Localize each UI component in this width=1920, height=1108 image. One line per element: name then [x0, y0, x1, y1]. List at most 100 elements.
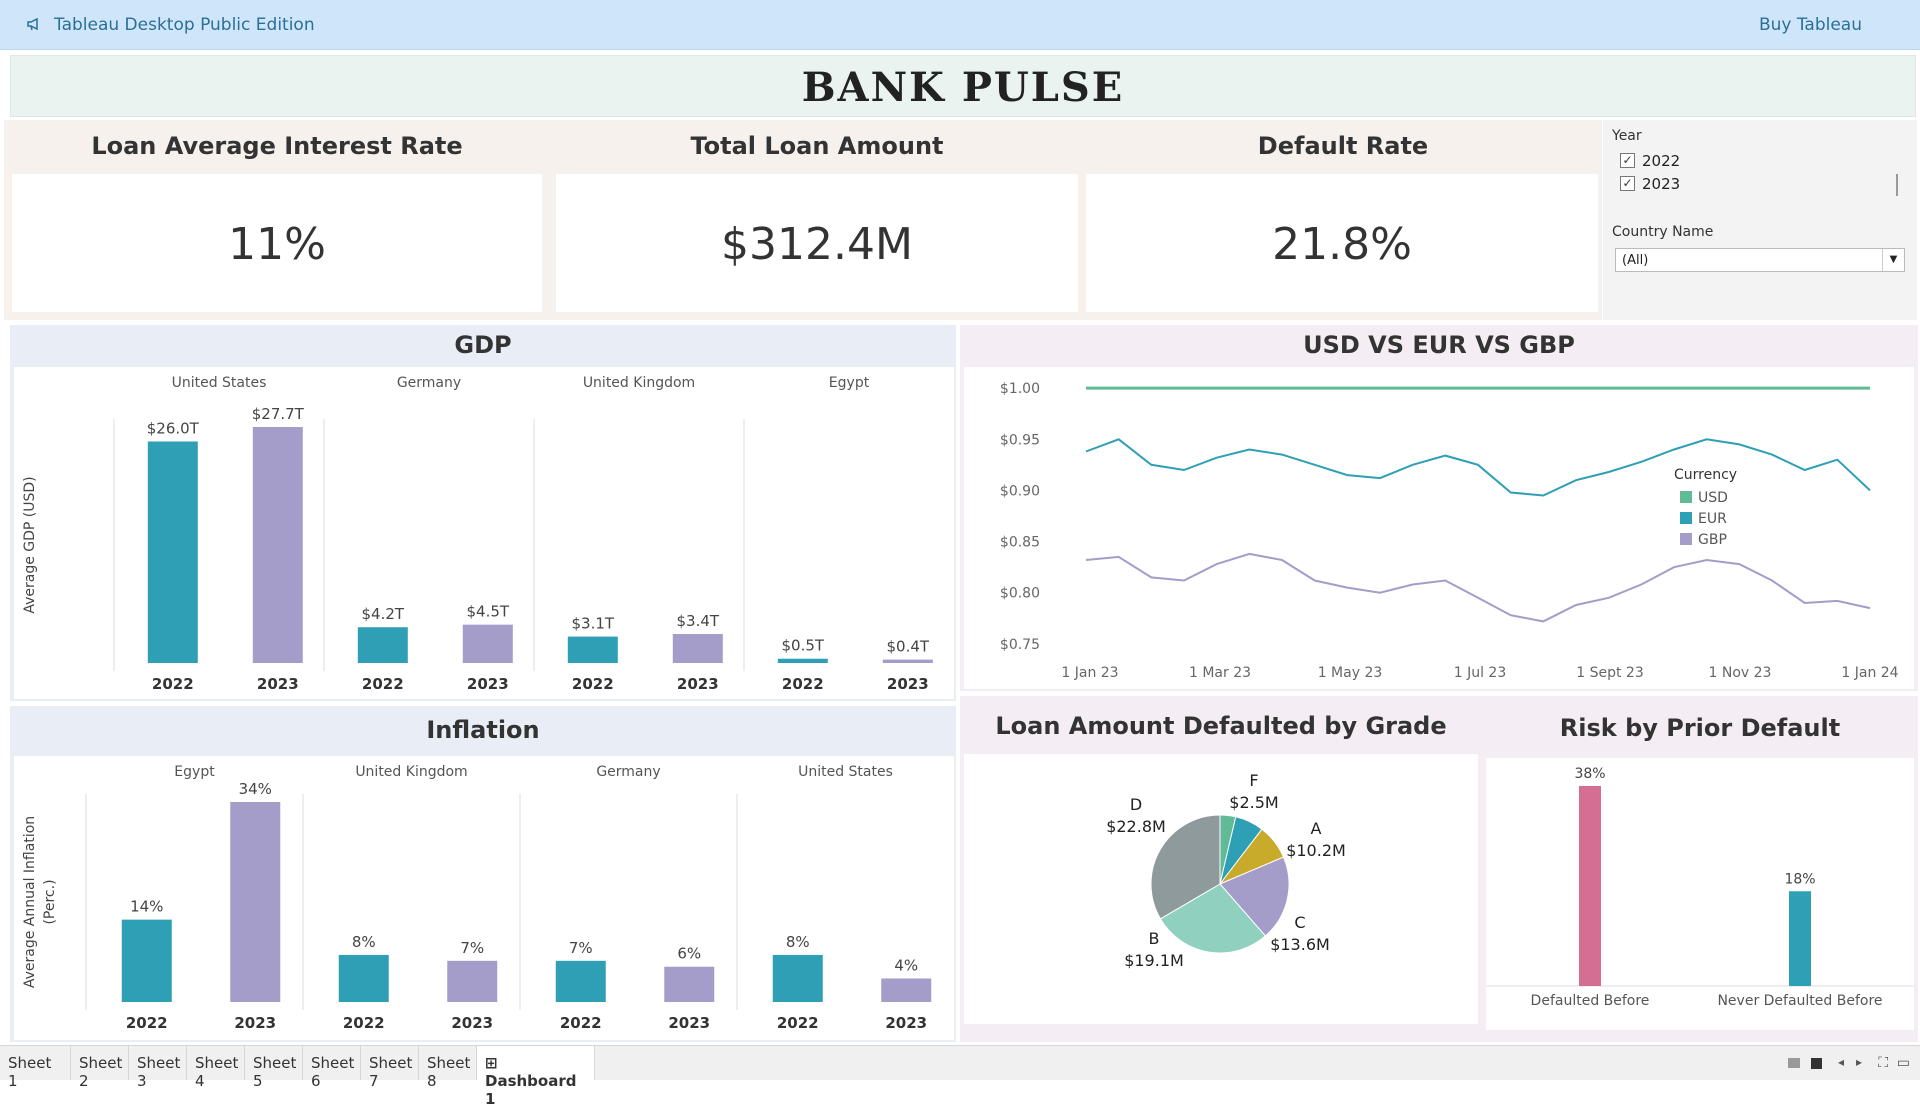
tab-sheet-6[interactable]: Sheet 6 — [303, 1046, 361, 1090]
slice-label: C — [1294, 913, 1305, 932]
x-tick-label: 2022 — [560, 1014, 602, 1032]
panel-header: United Kingdom — [583, 375, 695, 391]
legend-entry: EUR — [1698, 511, 1727, 527]
bar — [121, 919, 172, 1002]
present-icon[interactable]: ▭ — [1897, 1055, 1910, 1071]
data-label: 8% — [352, 933, 376, 951]
top-bar: Tableau Desktop Public Edition Buy Table… — [0, 0, 1920, 50]
y-axis-label: (Perc.) — [42, 879, 58, 924]
x-tick-label: 1 Nov 23 — [1709, 665, 1772, 681]
y-tick-label: $1.00 — [1000, 381, 1040, 397]
year-2023-label: 2023 — [1642, 175, 1681, 193]
slice-label: F — [1249, 771, 1258, 790]
grade-pie-chart: A $10.2M B $19.1M C $13.6M D $22.8M F $2.5M — [964, 754, 1478, 1024]
bar — [338, 954, 389, 1002]
year-2023-checkbox[interactable]: ✓ — [1620, 176, 1635, 191]
legend-swatch — [1680, 533, 1692, 545]
x-tick-label: 1 Jan 23 — [1061, 665, 1118, 681]
bar — [462, 624, 513, 663]
inflation-title: Inflation — [426, 716, 540, 744]
kpi-default-rate: Default Rate 21.8% — [1084, 120, 1602, 320]
dashboard-banner: BANK PULSE — [10, 55, 1916, 117]
tab-sheet-5[interactable]: Sheet 5 — [245, 1046, 303, 1090]
x-tick-label: 1 Jan 24 — [1841, 665, 1898, 681]
data-label: 18% — [1784, 871, 1815, 887]
kpi-value: 21.8% — [1272, 219, 1412, 270]
y-tick-label: $0.75 — [1000, 637, 1040, 653]
chevron-down-icon[interactable]: ▼ — [1882, 249, 1904, 271]
slice-label: B — [1149, 929, 1160, 948]
chart-background — [964, 367, 1914, 689]
data-label: 8% — [786, 933, 810, 951]
gdp-title: GDP — [454, 331, 512, 359]
year-2022-label: 2022 — [1642, 152, 1681, 170]
y-axis-label: Average GDP (USD) — [22, 476, 38, 613]
slice-label: D — [1130, 795, 1142, 814]
fullscreen-icon[interactable]: ⛶ — [1878, 1055, 1888, 1071]
country-select-value: (All) — [1622, 253, 1649, 268]
grid-view-icon[interactable] — [1788, 1058, 1800, 1068]
tab-sheet-1[interactable]: Sheet 1 — [0, 1046, 71, 1090]
panel-header: Egypt — [174, 764, 215, 780]
x-tick-label: 2023 — [451, 1014, 493, 1032]
x-tick-label: 2023 — [668, 1014, 710, 1032]
x-tick-label: 2022 — [152, 675, 194, 693]
tab-sheet-4[interactable]: Sheet 4 — [187, 1046, 245, 1090]
bar — [147, 441, 198, 663]
bar — [882, 659, 933, 663]
tab-sheet-3[interactable]: Sheet 3 — [129, 1046, 187, 1090]
kpi-card: $312.4M — [556, 174, 1078, 312]
data-label: $26.0T — [147, 419, 200, 437]
data-label: $4.5T — [467, 603, 510, 621]
x-tick-label: 2022 — [572, 675, 614, 693]
tab-sheet-7[interactable]: Sheet 7 — [361, 1046, 419, 1090]
dashboard-title: BANK PULSE — [801, 64, 1125, 111]
filter-panel: Year ✓ 2022 ✓ 2023 Country Name (All) ▼ — [1603, 120, 1917, 320]
data-label: 34% — [239, 780, 272, 798]
grade-panel: Loan Amount Defaulted by Grade A $10.2M B $… — [960, 696, 1482, 1042]
x-tick-label: Defaulted Before — [1531, 993, 1650, 1009]
y-tick-label: $0.85 — [1000, 535, 1040, 551]
x-tick-label: 2023 — [887, 675, 929, 693]
tab-sheet-2[interactable]: Sheet 2 — [71, 1046, 129, 1090]
filmstrip-icon[interactable] — [1811, 1058, 1822, 1069]
kpi-value: $312.4M — [721, 219, 913, 270]
megaphone-icon[interactable] — [26, 16, 42, 32]
bar — [777, 658, 828, 663]
chart-background — [1486, 758, 1914, 1030]
y-tick-label: $0.80 — [1000, 586, 1040, 602]
legend-swatch — [1680, 491, 1692, 503]
legend-entry: GBP — [1698, 532, 1727, 548]
slice-label: A — [1311, 819, 1322, 838]
x-tick-label: 1 Jul 23 — [1454, 665, 1507, 681]
next-sheet-icon[interactable]: ▸ — [1856, 1055, 1862, 1069]
data-label: $4.2T — [362, 605, 405, 623]
year-2022-checkbox[interactable]: ✓ — [1620, 153, 1635, 168]
x-tick-label: 2022 — [126, 1014, 168, 1032]
panel-header: Germany — [596, 764, 660, 780]
data-label: $3.4T — [677, 612, 720, 630]
x-tick-label: 2023 — [467, 675, 509, 693]
kpi-total-loan: Total Loan Amount $312.4M — [550, 120, 1084, 320]
x-tick-label: 1 May 23 — [1318, 665, 1383, 681]
buy-tableau-link[interactable]: Buy Tableau — [1759, 15, 1862, 35]
risk-panel: Risk by Prior Default 38% Defaulted Befor… — [1482, 696, 1918, 1042]
tab-sheet-8[interactable]: Sheet 8 — [419, 1046, 477, 1090]
data-label: $0.4T — [887, 638, 930, 656]
prev-sheet-icon[interactable]: ◂ — [1838, 1055, 1844, 1069]
x-tick-label: 1 Sept 23 — [1576, 665, 1644, 681]
data-label: $3.1T — [572, 615, 615, 633]
bar — [1579, 786, 1601, 986]
country-select[interactable]: (All) ▼ — [1615, 248, 1905, 272]
year-filter-label: Year — [1612, 128, 1642, 144]
gdp-chart: Average GDP (USD) United States $26.0T 2022… — [14, 367, 954, 699]
panel-header: Egypt — [829, 375, 870, 391]
legend-entry: USD — [1698, 490, 1728, 506]
bar — [1789, 891, 1811, 986]
panel-header: Germany — [397, 375, 461, 391]
x-tick-label: 2023 — [234, 1014, 276, 1032]
tab-dashboard-1[interactable]: ⊞ Dashboard 1 — [477, 1046, 595, 1108]
filter-scrollbar[interactable] — [1896, 174, 1898, 196]
bar — [672, 634, 723, 663]
x-tick-label: 2022 — [777, 1014, 819, 1032]
